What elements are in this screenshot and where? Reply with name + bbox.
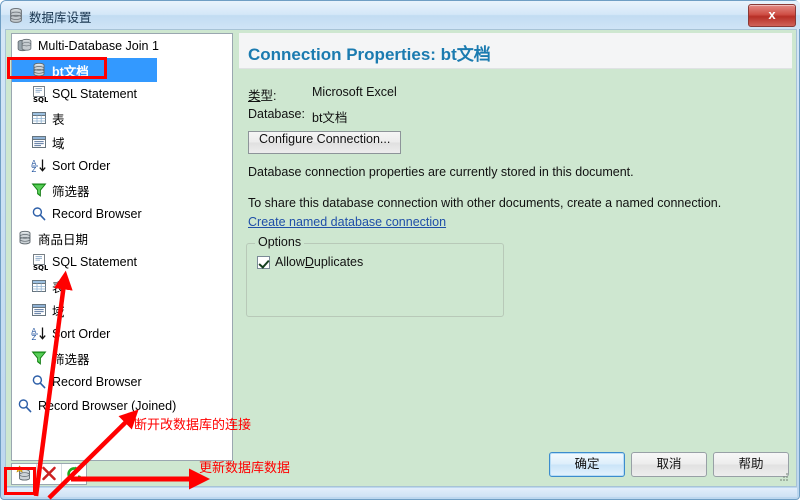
- tree-item-label: 表: [52, 280, 65, 295]
- tree-item-label: bt文档: [52, 64, 89, 79]
- filter-icon: [30, 181, 48, 199]
- record-browser-icon: [30, 205, 48, 223]
- fields-icon: [30, 301, 48, 319]
- tree-item-sql-statement-1[interactable]: SQL SQL Statement: [12, 82, 232, 106]
- allow-duplicates-label-rest: uplicates: [313, 255, 364, 269]
- tree-item-sql-statement-2[interactable]: SQL SQL Statement: [12, 250, 232, 274]
- database-tree[interactable]: Multi-Database Join 1 bt文档 SQL SQL State…: [11, 33, 233, 461]
- add-database-icon: [15, 465, 30, 481]
- resize-grip[interactable]: [777, 470, 789, 482]
- page-title: Connection Properties: bt文档: [248, 45, 491, 64]
- tree-item-filters-1[interactable]: 筛选器: [12, 178, 232, 202]
- dialog-client-area: Multi-Database Join 1 bt文档 SQL SQL State…: [5, 29, 797, 487]
- tree-item-record-browser-joined[interactable]: Record Browser (Joined): [12, 394, 232, 418]
- allow-duplicates-label-pre: Allow: [275, 255, 305, 269]
- sort-order-icon: A Z: [30, 157, 48, 175]
- database-icon: [10, 8, 22, 23]
- record-browser-icon: [30, 373, 48, 391]
- tree-item-label: SQL Statement: [52, 255, 137, 269]
- connection-properties-panel: Connection Properties: bt文档 类型: Microsof…: [239, 33, 792, 485]
- database-settings-dialog: 数据库设置 x Multi-Database Join 1 bt文档 SQL S…: [0, 0, 800, 500]
- tree-item-label: 商品日期: [38, 232, 89, 247]
- tree-item-label: Sort Order: [52, 159, 111, 173]
- create-named-connection-link[interactable]: Create named database connection: [248, 215, 446, 229]
- tree-item-label: 域: [52, 136, 65, 151]
- disconnect-database-icon: [42, 466, 56, 481]
- add-database-button[interactable]: [12, 464, 37, 484]
- filter-icon: [30, 349, 48, 367]
- tree-item-label: Record Browser: [52, 207, 142, 221]
- title-bar: 数据库设置 x: [1, 1, 800, 29]
- allow-duplicates-row[interactable]: Allow Duplicates: [257, 255, 363, 269]
- tree-item-record-browser-1[interactable]: Record Browser: [12, 202, 232, 226]
- tree-item-label: 筛选器: [52, 352, 90, 367]
- tree-item-label: Sort Order: [52, 327, 111, 341]
- svg-text:SQL: SQL: [33, 96, 48, 103]
- tree-item-label: 筛选器: [52, 184, 90, 199]
- database-icon: [30, 61, 48, 79]
- tree-item-multi-database-join[interactable]: Multi-Database Join 1: [12, 34, 232, 58]
- tree-item-label: 表: [52, 112, 65, 127]
- configure-connection-button[interactable]: Configure Connection...: [248, 131, 402, 154]
- status-strip: [5, 488, 797, 497]
- connection-storage-description: Database connection properties are curre…: [248, 165, 634, 179]
- record-browser-icon: [16, 397, 34, 415]
- svg-text:SQL: SQL: [33, 264, 48, 271]
- tree-item-filters-2[interactable]: 筛选器: [12, 346, 232, 370]
- multi-database-icon: [16, 37, 34, 55]
- type-value: Microsoft Excel: [312, 85, 397, 99]
- tree-item-product-date-database[interactable]: 商品日期: [12, 226, 232, 250]
- tree-item-label: Record Browser: [52, 375, 142, 389]
- window-title: 数据库设置: [29, 11, 92, 25]
- tree-item-record-browser-2[interactable]: Record Browser: [12, 370, 232, 394]
- fields-icon: [30, 133, 48, 151]
- tree-item-label: SQL Statement: [52, 87, 137, 101]
- tree-item-sort-order-2[interactable]: A Z Sort Order: [12, 322, 232, 346]
- ok-button[interactable]: 确定: [549, 452, 625, 477]
- tree-item-tables-1[interactable]: 表: [12, 106, 232, 130]
- allow-duplicates-accel: D: [304, 255, 314, 269]
- database-value: bt文档: [312, 111, 348, 125]
- tree-item-sort-order-1[interactable]: A Z Sort Order: [12, 154, 232, 178]
- tree-item-bt-document[interactable]: bt文档: [12, 58, 157, 82]
- cancel-button[interactable]: 取消: [631, 452, 707, 477]
- table-icon: [30, 277, 48, 295]
- tree-item-fields-2[interactable]: 域: [12, 298, 232, 322]
- svg-text:Z: Z: [32, 166, 37, 174]
- refresh-database-icon: [67, 466, 81, 481]
- svg-text:Z: Z: [32, 334, 37, 342]
- close-button[interactable]: x: [748, 4, 796, 27]
- tree-item-label: 域: [52, 304, 65, 319]
- share-connection-description: To share this database connection with o…: [248, 196, 722, 210]
- options-legend: Options: [255, 235, 305, 249]
- tree-item-fields-1[interactable]: 域: [12, 130, 232, 154]
- tree-item-tables-2[interactable]: 表: [12, 274, 232, 298]
- options-group: Options Allow Duplicates: [246, 235, 504, 317]
- database-toolbar: [11, 463, 87, 485]
- sql-statement-icon: SQL: [30, 85, 48, 103]
- database-icon: [16, 229, 34, 247]
- sql-statement-icon: SQL: [30, 253, 48, 271]
- database-label: Database:: [248, 107, 305, 121]
- refresh-database-button[interactable]: [62, 464, 86, 484]
- tree-item-label: Multi-Database Join 1: [38, 39, 159, 53]
- sort-order-icon: A Z: [30, 325, 48, 343]
- table-icon: [30, 109, 48, 127]
- type-label: 类型:: [248, 89, 277, 103]
- allow-duplicates-checkbox[interactable]: [257, 255, 270, 269]
- disconnect-database-button[interactable]: [37, 464, 62, 484]
- tree-item-label: Record Browser (Joined): [38, 399, 177, 413]
